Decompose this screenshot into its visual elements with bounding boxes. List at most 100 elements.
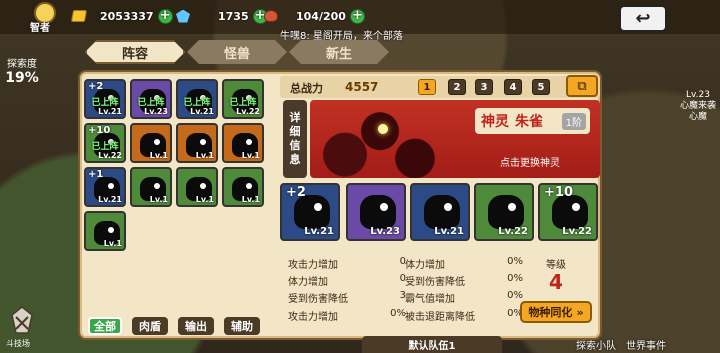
- detail-char-4: 息: [289, 153, 301, 166]
- member-level: Lv.22: [498, 226, 528, 237]
- arena-icon[interactable]: [6, 305, 38, 337]
- god-banner[interactable]: 神灵 朱雀 1阶 点击更换神灵: [310, 100, 600, 178]
- monster-card[interactable]: Lv.1: [130, 123, 172, 163]
- gem-resource: 1735 +: [176, 8, 268, 24]
- stat-value: 0%: [390, 308, 406, 319]
- monster-card[interactable]: 已上阵 Lv.22: [222, 79, 264, 119]
- stat-row: 体力增加 0: [288, 273, 406, 290]
- monster-silhouette-icon: [424, 195, 460, 229]
- event-indicator[interactable]: Lv.23 心魔来袭 心魔: [676, 90, 720, 123]
- exploration-indicator[interactable]: 探索度 19%: [0, 55, 44, 86]
- filter-all-button[interactable]: 全部: [88, 317, 122, 335]
- card-level: Lv.1: [149, 195, 168, 204]
- species-merge-button[interactable]: 物种同化 »: [520, 301, 592, 323]
- team-member-slot[interactable]: +10 Lv.22: [538, 183, 598, 241]
- stat-row: 攻击力增加 0: [288, 256, 406, 273]
- change-god-hint[interactable]: 点击更换神灵: [500, 154, 560, 169]
- monster-card[interactable]: +10 已上阵 Lv.22: [84, 123, 126, 163]
- member-plus-level: +10: [544, 185, 573, 200]
- tab-newborn[interactable]: 新生: [289, 40, 389, 64]
- monster-card[interactable]: 已上阵 Lv.21: [176, 79, 218, 119]
- monster-silhouette-icon: [488, 195, 524, 229]
- filter-tank-button[interactable]: 肉盾: [132, 317, 168, 335]
- stat-row: 攻击力增加 0%: [288, 308, 406, 325]
- gem-amount: 1735: [218, 9, 249, 23]
- member-plus-level: +2: [286, 185, 306, 200]
- avatar-label: 智者: [30, 23, 50, 34]
- stat-label: 霸气值增加: [405, 294, 455, 305]
- detail-char-3: 信: [289, 139, 301, 152]
- member-level: Lv.21: [304, 226, 334, 237]
- cards-icon: ⧉: [577, 78, 587, 94]
- monster-silhouette-icon: [294, 195, 330, 229]
- monster-card[interactable]: Lv.1: [222, 167, 264, 207]
- monster-silhouette-icon: [552, 195, 588, 229]
- panel-tabs: 阵容 怪兽 新生: [85, 40, 389, 68]
- card-level: Lv.1: [195, 195, 214, 204]
- stat-value: 0%: [507, 308, 523, 319]
- stat-value: 0%: [507, 256, 523, 267]
- card-plus-level: +2: [88, 81, 104, 92]
- add-gold-button[interactable]: +: [157, 8, 173, 24]
- monster-card[interactable]: 已上阵 Lv.23: [130, 79, 172, 119]
- monster-card[interactable]: Lv.1: [222, 123, 264, 163]
- detail-info-tag[interactable]: 详 细 信 息: [283, 100, 307, 178]
- card-level: Lv.1: [149, 151, 168, 160]
- card-level: Lv.1: [241, 151, 260, 160]
- stat-value: 0%: [507, 273, 523, 284]
- team-3-button[interactable]: 3: [475, 79, 493, 95]
- monster-card[interactable]: +1 Lv.21: [84, 167, 126, 207]
- team-2-button[interactable]: 2: [448, 79, 466, 95]
- event-line2: 心魔: [688, 112, 707, 122]
- stat-row: 体力增加 0%: [405, 256, 523, 273]
- gem-icon: [176, 9, 190, 23]
- level-box: 等级 4: [521, 256, 591, 298]
- team-4-button[interactable]: 4: [504, 79, 522, 95]
- species-merge-label: 物种同化: [528, 306, 573, 319]
- team-member-slot[interactable]: +2 Lv.21: [280, 183, 340, 241]
- tab-lineup[interactable]: 阵容: [85, 40, 185, 64]
- back-button[interactable]: ↩: [619, 5, 667, 32]
- sort-button[interactable]: ⧉: [566, 75, 598, 97]
- member-level: Lv.21: [434, 226, 464, 237]
- team-member-slot[interactable]: Lv.23: [346, 183, 406, 241]
- food-amount: 104/200: [296, 9, 346, 23]
- stat-label: 被击退距离降低: [405, 312, 475, 323]
- team-member-slot[interactable]: Lv.21: [410, 183, 470, 241]
- meat-icon: [264, 10, 278, 22]
- level-value: 4: [549, 270, 563, 294]
- gold-amount: 2053337: [100, 9, 154, 23]
- gold-resource: 2053337 +: [70, 8, 173, 24]
- monster-card[interactable]: +2 已上阵 Lv.21: [84, 79, 126, 119]
- monster-card[interactable]: Lv.1: [84, 211, 126, 251]
- stat-label: 体力增加: [288, 277, 328, 288]
- gold-icon: [70, 10, 88, 22]
- default-team-label[interactable]: 默认队伍1: [362, 336, 502, 353]
- power-value: 4557: [345, 80, 379, 94]
- stat-row: 受到伤害降低 3: [288, 290, 406, 307]
- double-chevron-icon: »: [576, 305, 584, 319]
- team-member-slot[interactable]: Lv.22: [474, 183, 534, 241]
- team-5-button[interactable]: 5: [532, 79, 550, 95]
- event-line1: 心魔来袭: [679, 101, 716, 111]
- member-level: Lv.23: [370, 226, 400, 237]
- card-level: Lv.21: [98, 107, 122, 116]
- stat-row: 霸气值增加 0%: [405, 290, 523, 307]
- god-rank-badge: 1阶: [561, 112, 586, 130]
- tab-monsters[interactable]: 怪兽: [187, 40, 287, 64]
- monster-card[interactable]: Lv.1: [176, 123, 218, 163]
- monster-card[interactable]: Lv.1: [130, 167, 172, 207]
- stat-row: 受到伤害降低 0%: [405, 273, 523, 290]
- add-food-button[interactable]: +: [349, 8, 365, 24]
- level-label: 等级: [546, 260, 566, 271]
- arena-label: 斗技场: [6, 339, 30, 348]
- world-event-link[interactable]: 世界事件: [626, 337, 666, 352]
- stat-value: 3: [399, 290, 406, 301]
- stat-label: 攻击力增加: [288, 260, 338, 271]
- team-1-button[interactable]: 1: [418, 79, 436, 95]
- filter-damage-button[interactable]: 输出: [178, 317, 214, 335]
- god-name-box: 神灵 朱雀 1阶: [475, 108, 590, 134]
- god-name: 朱雀: [515, 114, 543, 130]
- monster-card[interactable]: Lv.1: [176, 167, 218, 207]
- filter-support-button[interactable]: 辅助: [224, 317, 260, 335]
